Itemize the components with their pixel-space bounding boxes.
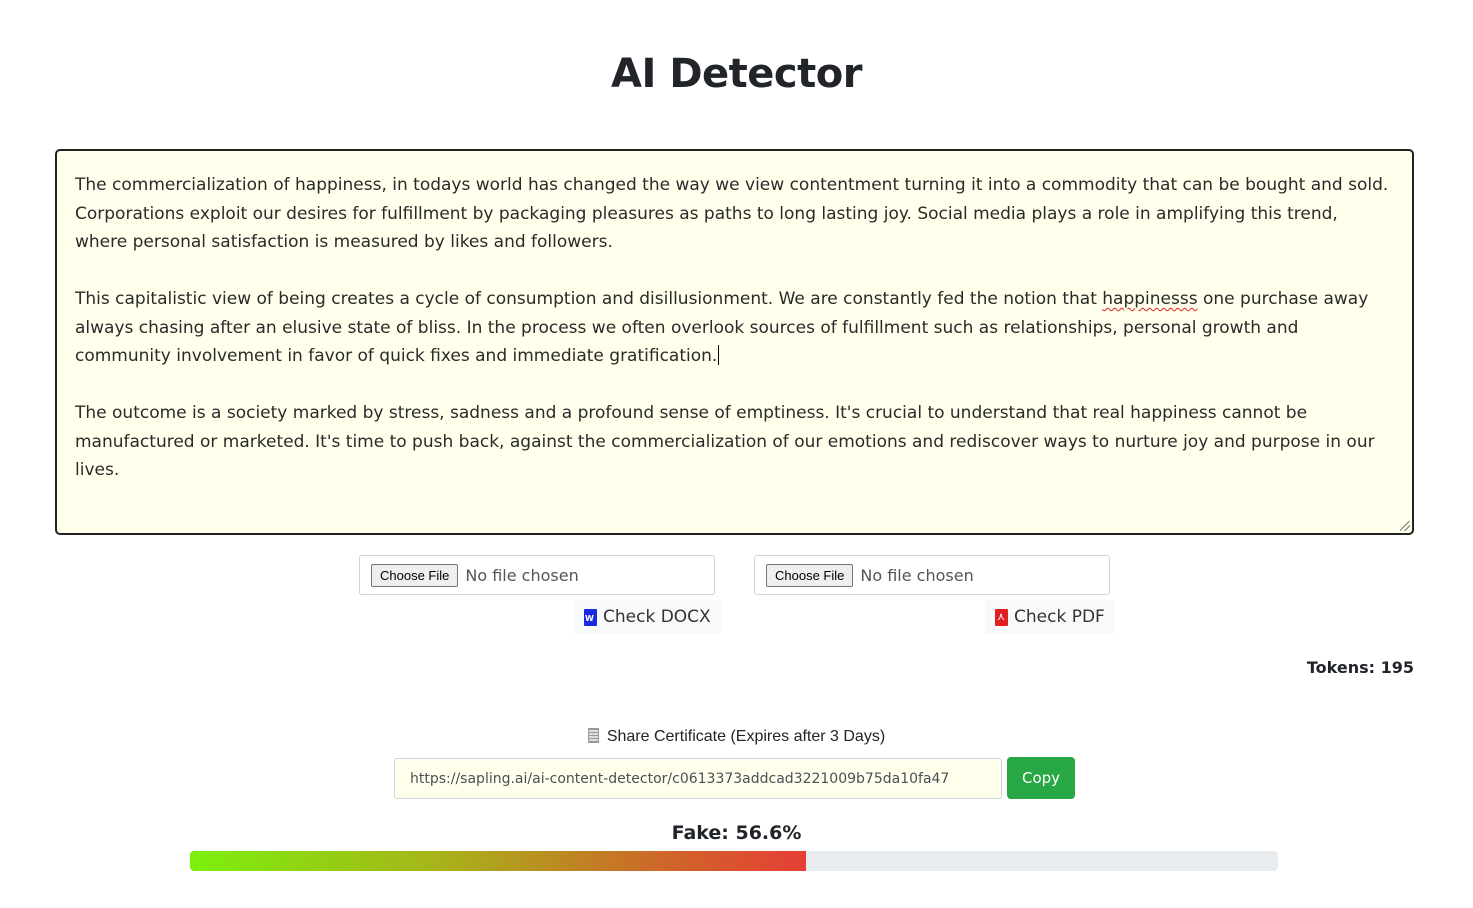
text-editor[interactable]: The commercialization of happiness, in t… [55, 149, 1414, 535]
token-count: Tokens: 195 [1306, 658, 1414, 677]
text-caret [718, 345, 720, 365]
docx-file-status: No file chosen [465, 565, 579, 585]
pdf-file-status: No file chosen [860, 565, 974, 585]
check-pdf-label: Check PDF [1014, 607, 1105, 627]
share-certificate-text: Share Certificate (Expires after 3 Days) [606, 728, 886, 745]
editor-paragraph-3: The outcome is a society marked by stres… [75, 403, 1375, 480]
document-icon [587, 728, 599, 743]
editor-paragraph-1: The commercialization of happiness, in t… [75, 175, 1389, 252]
fake-score-label: Fake: 56.6% [671, 822, 802, 844]
editor-paragraph-2-before: This capitalistic view of being creates … [75, 289, 1103, 309]
word-file-icon [584, 608, 597, 626]
docx-choose-file-button[interactable]: Choose File [371, 563, 459, 587]
pdf-file-input[interactable]: Choose File No file chosen [754, 555, 1110, 595]
page-title: AI Detector [611, 51, 862, 97]
certificate-url-field[interactable]: https://sapling.ai/ai-content-detector/c… [394, 758, 1002, 799]
fake-score-progress-fill [190, 851, 806, 871]
pdf-file-icon [995, 608, 1008, 626]
pdf-choose-file-button[interactable]: Choose File [766, 563, 854, 587]
check-docx-label: Check DOCX [603, 607, 711, 627]
resize-handle[interactable] [1400, 521, 1410, 531]
copy-button[interactable]: Copy [1007, 757, 1075, 799]
editor-paragraph-2: This capitalistic view of being creates … [75, 285, 1394, 371]
check-pdf-button[interactable]: Check PDF [985, 600, 1115, 634]
page: AI Detector The commercialization of hap… [0, 0, 1473, 908]
fake-score-progress-bar [190, 851, 1278, 871]
docx-file-input[interactable]: Choose File No file chosen [359, 555, 715, 595]
share-certificate-label: Share Certificate (Expires after 3 Days) [0, 728, 1473, 746]
misspelled-word[interactable]: happinesss [1102, 289, 1197, 309]
check-docx-button[interactable]: Check DOCX [574, 600, 721, 634]
